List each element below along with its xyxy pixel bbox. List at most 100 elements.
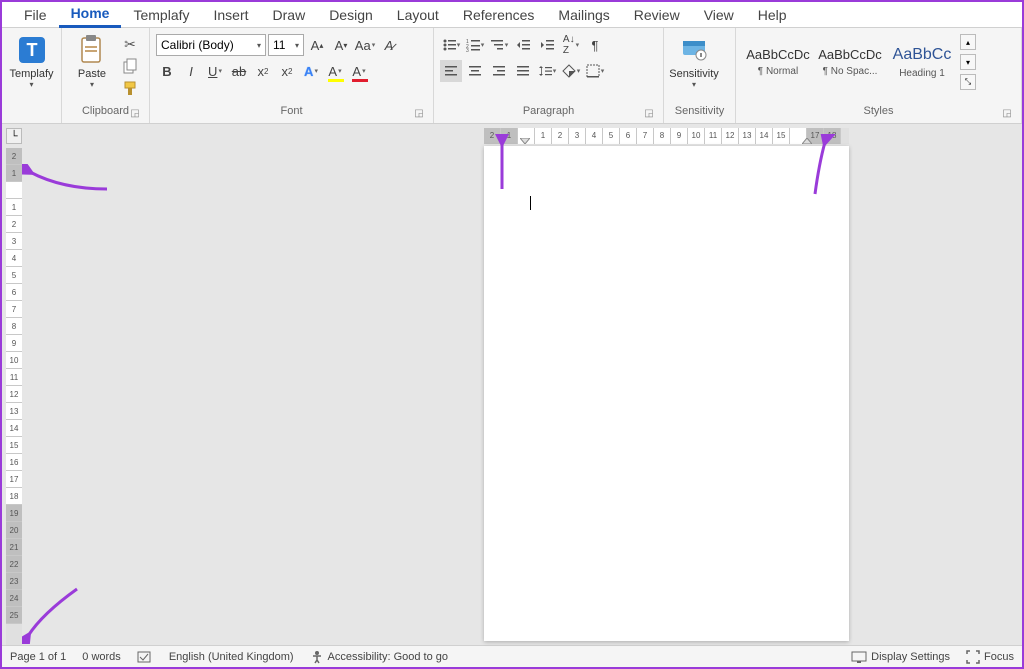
page-status[interactable]: Page 1 of 1: [10, 651, 66, 663]
group-label-paragraph: Paragraph◲: [440, 105, 657, 121]
superscript-button[interactable]: x2: [276, 60, 298, 82]
shrink-font-button[interactable]: A▾: [330, 34, 352, 56]
shading-button[interactable]: [560, 60, 582, 82]
group-styles: AaBbCcDc ¶ Normal AaBbCcDc ¶ No Spac... …: [736, 28, 1022, 123]
paragraph-launcher-icon[interactable]: ◲: [643, 108, 655, 120]
language-status[interactable]: English (United Kingdom): [169, 651, 294, 663]
clipboard-launcher-icon[interactable]: ◲: [129, 108, 141, 120]
word-count[interactable]: 0 words: [82, 651, 121, 663]
templafy-icon: T: [16, 34, 48, 66]
style-preview: AaBbCc: [893, 46, 952, 64]
style-preview: AaBbCcDc: [746, 47, 810, 62]
sensitivity-icon: [678, 34, 710, 66]
tab-layout[interactable]: Layout: [385, 3, 451, 27]
tab-help[interactable]: Help: [746, 3, 799, 27]
font-launcher-icon[interactable]: ◲: [413, 108, 425, 120]
font-size-combo[interactable]: 11▾: [268, 34, 304, 56]
styles-scroll-up[interactable]: ▴: [960, 34, 976, 50]
vertical-ruler[interactable]: 21 123456789101112131415161718 192021222…: [6, 148, 22, 645]
show-marks-button[interactable]: ¶: [584, 34, 606, 56]
grow-font-button[interactable]: A▴: [306, 34, 328, 56]
tab-mailings[interactable]: Mailings: [546, 3, 621, 27]
display-settings-button[interactable]: Display Settings: [851, 651, 950, 663]
paste-label: Paste: [78, 68, 106, 80]
group-font: Calibri (Body)▾ 11▾ A▴ A▾ Aa A̷ B I U ab…: [150, 28, 434, 123]
group-label-sensitivity: Sensitivity: [670, 105, 729, 121]
sensitivity-button[interactable]: Sensitivity ▾: [670, 32, 718, 89]
tab-home[interactable]: Home: [59, 1, 122, 28]
tab-references[interactable]: References: [451, 3, 547, 27]
cut-button[interactable]: ✂: [120, 34, 140, 54]
ribbon: T Templafy ▾ Paste ▾ ✂: [2, 28, 1022, 124]
styles-scroll-down[interactable]: ▾: [960, 54, 976, 70]
ribbon-tabs: File Home Templafy Insert Draw Design La…: [2, 2, 1022, 28]
tab-stop-selector[interactable]: └: [6, 128, 22, 144]
group-sensitivity: Sensitivity ▾ Sensitivity: [664, 28, 736, 123]
spellcheck-icon[interactable]: [137, 650, 153, 664]
style-name: ¶ No Spac...: [823, 66, 878, 77]
borders-button[interactable]: [584, 60, 606, 82]
styles-launcher-icon[interactable]: ◲: [1001, 108, 1013, 120]
bold-button[interactable]: B: [156, 60, 178, 82]
status-bar: Page 1 of 1 0 words English (United King…: [2, 645, 1022, 667]
increase-indent-button[interactable]: [536, 34, 558, 56]
align-left-button[interactable]: [440, 60, 462, 82]
tab-view[interactable]: View: [692, 3, 746, 27]
annotation-arrow: [22, 584, 82, 644]
paste-button[interactable]: Paste ▾: [68, 32, 116, 89]
style-preview: AaBbCcDc: [818, 47, 882, 62]
tab-templafy[interactable]: Templafy: [121, 3, 201, 27]
focus-icon: [966, 650, 980, 664]
format-painter-button[interactable]: [120, 78, 140, 98]
align-center-button[interactable]: [464, 60, 486, 82]
accessibility-status[interactable]: Accessibility: Good to go: [310, 650, 448, 664]
templafy-label: Templafy: [9, 68, 53, 80]
subscript-button[interactable]: x2: [252, 60, 274, 82]
change-case-button[interactable]: Aa: [354, 34, 376, 56]
focus-button[interactable]: Focus: [966, 650, 1014, 664]
tab-draw[interactable]: Draw: [261, 3, 318, 27]
text-effects-button[interactable]: A: [300, 60, 322, 82]
tab-file[interactable]: File: [12, 3, 59, 27]
right-indent-marker[interactable]: [802, 138, 812, 144]
underline-button[interactable]: U: [204, 60, 226, 82]
clipboard-icon: [76, 34, 108, 66]
multilevel-list-button[interactable]: [488, 34, 510, 56]
sort-button[interactable]: A↓Z: [560, 34, 582, 56]
style-no-spacing[interactable]: AaBbCcDc ¶ No Spac...: [814, 34, 886, 90]
tab-review[interactable]: Review: [622, 3, 692, 27]
chevron-down-icon: ▾: [692, 80, 696, 89]
font-name-combo[interactable]: Calibri (Body)▾: [156, 34, 266, 56]
styles-expand[interactable]: ⤡: [960, 74, 976, 90]
group-label-font: Font◲: [156, 105, 427, 121]
annotation-arrow: [22, 164, 112, 194]
strikethrough-button[interactable]: ab: [228, 60, 250, 82]
left-indent-marker[interactable]: [520, 138, 530, 144]
style-heading1[interactable]: AaBbCc Heading 1: [886, 34, 958, 90]
monitor-icon: [851, 651, 867, 663]
style-normal[interactable]: AaBbCcDc ¶ Normal: [742, 34, 814, 90]
svg-text:T: T: [26, 40, 37, 60]
font-color-button[interactable]: A: [348, 60, 370, 82]
tab-design[interactable]: Design: [317, 3, 385, 27]
copy-button[interactable]: [120, 56, 140, 76]
numbering-button[interactable]: 123: [464, 34, 486, 56]
document-area: └ 21 123456789101112131415 1718 21 12345…: [2, 124, 1022, 645]
justify-button[interactable]: [512, 60, 534, 82]
line-spacing-button[interactable]: [536, 60, 558, 82]
group-paragraph: 123 A↓Z ¶ Paragraph◲: [434, 28, 664, 123]
tab-insert[interactable]: Insert: [202, 3, 261, 27]
accessibility-icon: [310, 650, 324, 664]
decrease-indent-button[interactable]: [512, 34, 534, 56]
horizontal-ruler[interactable]: 21 123456789101112131415 1718: [484, 128, 849, 144]
templafy-button[interactable]: T Templafy ▾: [8, 32, 55, 89]
document-page[interactable]: [484, 146, 849, 641]
align-right-button[interactable]: [488, 60, 510, 82]
group-templafy: T Templafy ▾: [2, 28, 62, 123]
bullets-button[interactable]: [440, 34, 462, 56]
style-name: Heading 1: [899, 68, 945, 79]
clear-formatting-button[interactable]: A̷: [378, 34, 400, 56]
sensitivity-label: Sensitivity: [669, 68, 719, 80]
italic-button[interactable]: I: [180, 60, 202, 82]
highlight-button[interactable]: A: [324, 60, 346, 82]
